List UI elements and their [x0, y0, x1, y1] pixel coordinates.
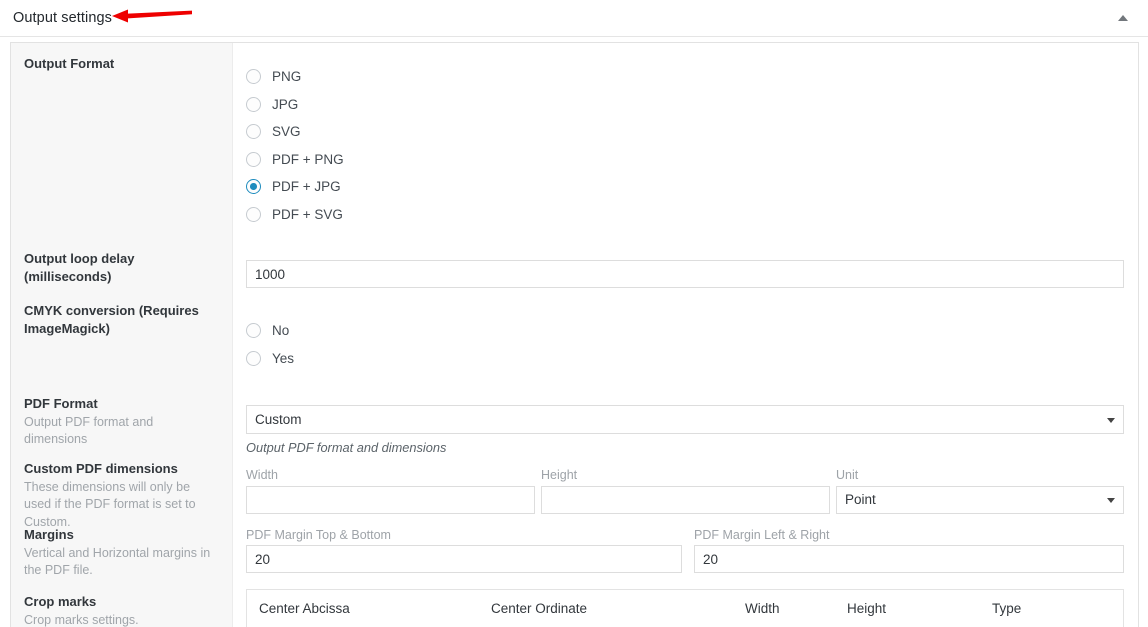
width-input[interactable] — [246, 486, 535, 514]
width-field: Width — [246, 469, 541, 514]
radio-label-svg: SVG — [272, 125, 301, 139]
radio-input-jpg[interactable] — [246, 97, 261, 112]
radio-label-pdf-jpg: PDF + JPG — [272, 180, 341, 194]
radio-label-jpg: JPG — [272, 98, 298, 112]
label-custom-pdf-dimensions-desc: These dimensions will only be used if th… — [24, 479, 218, 532]
label-output-format-title: Output Format — [24, 55, 218, 73]
radio-option-png[interactable]: PNG — [246, 63, 1124, 91]
label-margins-title: Margins — [24, 526, 218, 544]
label-output-loop-delay: Output loop delay (milliseconds) — [24, 250, 218, 302]
pdf-format-selected-value: Custom — [247, 412, 302, 427]
radio-label-pdf-png: PDF + PNG — [272, 153, 344, 167]
margin-left-right-input[interactable] — [694, 545, 1124, 573]
radio-option-cmyk-no[interactable]: No — [246, 317, 1124, 345]
output-loop-delay-input[interactable] — [246, 260, 1124, 288]
label-crop-marks-title: Crop marks — [24, 593, 218, 611]
radio-label-cmyk-no: No — [272, 324, 289, 338]
output-loop-delay-field — [246, 260, 1124, 288]
settings-labels-sidebar: Output Format Output loop delay (millise… — [11, 43, 233, 627]
label-custom-pdf-dimensions: Custom PDF dimensions These dimensions w… — [24, 460, 218, 526]
label-cmyk-conversion-title: CMYK conversion (Requires ImageMagick) — [24, 302, 218, 337]
height-input[interactable] — [541, 486, 830, 514]
settings-controls-column: PNG JPG SVG PDF + PNG PDF + JPG PDF + SV… — [233, 43, 1138, 627]
pdf-format-select[interactable]: Custom — [246, 405, 1124, 434]
output-format-radio-group: PNG JPG SVG PDF + PNG PDF + JPG PDF + SV… — [246, 51, 1124, 228]
margin-top-bottom-label: PDF Margin Top & Bottom — [246, 529, 694, 542]
width-label: Width — [246, 469, 541, 482]
radio-input-pdf-svg[interactable] — [246, 207, 261, 222]
radio-input-cmyk-no[interactable] — [246, 323, 261, 338]
cmyk-radio-group: No Yes — [246, 317, 1124, 372]
height-field: Height — [541, 469, 836, 514]
output-settings-panel: Output Format Output loop delay (millise… — [10, 42, 1139, 627]
page-title: Output settings — [0, 10, 112, 26]
unit-selected-value: Point — [837, 492, 876, 507]
unit-field: Unit Point — [836, 469, 1124, 514]
radio-input-pdf-jpg[interactable] — [246, 179, 261, 194]
radio-input-cmyk-yes[interactable] — [246, 351, 261, 366]
label-output-format: Output Format — [24, 55, 218, 250]
column-header-center-abcissa: Center Abcissa — [259, 601, 491, 616]
margins-row: PDF Margin Top & Bottom PDF Margin Left … — [246, 529, 1124, 574]
margin-top-bottom-input[interactable] — [246, 545, 682, 573]
pdf-format-helper-text: Output PDF format and dimensions — [246, 440, 1124, 455]
label-pdf-format-title: PDF Format — [24, 395, 218, 413]
margin-left-right-label: PDF Margin Left & Right — [694, 529, 1124, 542]
custom-pdf-dimensions-row: Width Height Unit Point — [246, 469, 1124, 514]
label-margins: Margins Vertical and Horizontal margins … — [24, 526, 218, 593]
radio-option-cmyk-yes[interactable]: Yes — [246, 345, 1124, 373]
chevron-down-icon — [1107, 498, 1115, 503]
radio-input-png[interactable] — [246, 69, 261, 84]
margin-top-bottom-field: PDF Margin Top & Bottom — [246, 529, 694, 574]
margin-left-right-field: PDF Margin Left & Right — [694, 529, 1124, 574]
crop-marks-table: Center Abcissa Center Ordinate Width Hei… — [246, 589, 1124, 627]
crop-marks-table-header-row: Center Abcissa Center Ordinate Width Hei… — [247, 590, 1123, 627]
label-crop-marks-desc: Crop marks settings. — [24, 612, 218, 627]
label-custom-pdf-dimensions-title: Custom PDF dimensions — [24, 460, 218, 478]
unit-select[interactable]: Point — [836, 486, 1124, 514]
red-arrow-left-icon — [112, 9, 192, 23]
radio-option-svg[interactable]: SVG — [246, 118, 1124, 146]
pdf-format-field: Custom Output PDF format and dimensions — [246, 405, 1124, 455]
label-margins-desc: Vertical and Horizontal margins in the P… — [24, 545, 218, 581]
chevron-down-icon — [1107, 418, 1115, 423]
column-header-width: Width — [745, 601, 847, 616]
column-header-type: Type — [992, 601, 1123, 616]
column-header-height: Height — [847, 601, 992, 616]
label-pdf-format: PDF Format Output PDF format and dimensi… — [24, 395, 218, 460]
label-crop-marks: Crop marks Crop marks settings. — [24, 593, 218, 627]
label-cmyk-conversion: CMYK conversion (Requires ImageMagick) — [24, 302, 218, 395]
column-header-center-ordinate: Center Ordinate — [491, 601, 745, 616]
radio-option-jpg[interactable]: JPG — [246, 91, 1124, 119]
label-pdf-format-desc: Output PDF format and dimensions — [24, 414, 218, 450]
radio-input-svg[interactable] — [246, 124, 261, 139]
radio-option-pdf-png[interactable]: PDF + PNG — [246, 146, 1124, 174]
radio-input-pdf-png[interactable] — [246, 152, 261, 167]
height-label: Height — [541, 469, 836, 482]
radio-option-pdf-svg[interactable]: PDF + SVG — [246, 201, 1124, 229]
radio-option-pdf-jpg[interactable]: PDF + JPG — [246, 173, 1124, 201]
label-output-loop-delay-title: Output loop delay (milliseconds) — [24, 250, 218, 285]
radio-label-pdf-svg: PDF + SVG — [272, 208, 343, 222]
radio-label-png: PNG — [272, 70, 301, 84]
chevron-up-icon[interactable] — [1118, 11, 1132, 25]
radio-label-cmyk-yes: Yes — [272, 352, 294, 366]
panel-header[interactable]: Output settings — [0, 0, 1148, 37]
unit-label: Unit — [836, 469, 1124, 482]
